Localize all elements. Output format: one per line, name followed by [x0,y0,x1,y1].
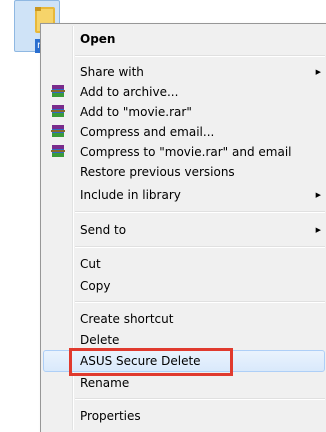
menu-item-label: Share with [80,65,144,79]
menu-item-label: Copy [80,279,111,293]
menu-item-properties[interactable]: Properties [43,405,325,427]
menu-item-compress-and-email[interactable]: Compress and email... [43,121,325,143]
menu-separator [75,211,325,213]
menu-item-label: Send to [80,223,127,237]
winrar-archive-icon [51,85,65,97]
menu-item-send-to[interactable]: Send to ▶ [43,219,325,241]
winrar-archive-icon [51,145,65,157]
menu-item-share-with[interactable]: Share with ▶ [43,61,325,83]
menu-item-label: Include in library [80,188,181,202]
menu-separator [75,55,325,57]
menu-item-label: Add to archive... [80,85,179,99]
highlight-outline [69,348,233,376]
winrar-archive-icon [51,105,65,117]
menu-item-label: Add to "movie.rar" [80,105,192,119]
menu-item-add-to-movie-rar[interactable]: Add to "movie.rar" [43,101,325,123]
menu-item-label: Create shortcut [80,312,174,326]
chevron-right-icon: ▶ [315,191,321,199]
desktop: movie Open Share with ▶ Add to archive..… [0,0,326,432]
winrar-archive-icon [51,125,65,137]
menu-item-label: Restore previous versions [80,165,235,179]
menu-item-cut[interactable]: Cut [43,253,325,275]
menu-item-label: Properties [80,409,141,423]
menu-item-label: Compress to "movie.rar" and email [80,145,292,159]
menu-item-label: Cut [80,257,101,271]
menu-item-open[interactable]: Open [43,28,325,50]
menu-item-copy[interactable]: Copy [43,275,325,297]
menu-item-label: Compress and email... [80,125,215,139]
menu-separator [75,398,325,400]
menu-item-add-to-archive[interactable]: Add to archive... [43,81,325,103]
menu-separator [75,301,325,303]
menu-item-include-in-library[interactable]: Include in library ▶ [43,184,325,206]
menu-item-compress-to-movie-rar-and-email[interactable]: Compress to "movie.rar" and email [43,141,325,163]
menu-separator [75,246,325,248]
menu-item-restore-previous-versions[interactable]: Restore previous versions [43,161,325,183]
menu-item-create-shortcut[interactable]: Create shortcut [43,308,325,330]
chevron-right-icon: ▶ [315,68,321,76]
chevron-right-icon: ▶ [315,226,321,234]
menu-item-label: Open [80,32,116,46]
